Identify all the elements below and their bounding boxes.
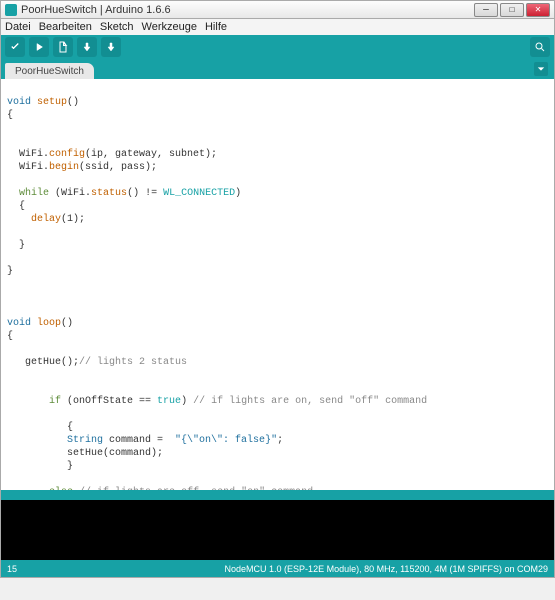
menu-help[interactable]: Hilfe (205, 21, 227, 33)
maximize-button[interactable]: □ (500, 3, 524, 17)
window-titlebar: PoorHueSwitch | Arduino 1.6.6 ─ □ ✕ (0, 0, 555, 19)
status-bar: 15 NodeMCU 1.0 (ESP-12E Module), 80 MHz,… (0, 560, 555, 578)
code-editor[interactable]: void setup() { WiFi.config(ip, gateway, … (0, 79, 555, 490)
save-button[interactable] (101, 37, 121, 57)
new-button[interactable] (53, 37, 73, 57)
toolbar (0, 35, 555, 59)
close-button[interactable]: ✕ (526, 3, 550, 17)
menu-file[interactable]: Datei (5, 21, 31, 33)
status-board-info: NodeMCU 1.0 (ESP-12E Module), 80 MHz, 11… (225, 564, 548, 574)
tab-bar: PoorHueSwitch (0, 59, 555, 79)
verify-button[interactable] (5, 37, 25, 57)
menu-edit[interactable]: Bearbeiten (39, 21, 92, 33)
menu-tools[interactable]: Werkzeuge (142, 21, 197, 33)
window-controls: ─ □ ✕ (474, 3, 550, 17)
message-area (0, 490, 555, 500)
code-token: void (7, 97, 31, 108)
app-icon (5, 4, 17, 16)
minimize-button[interactable]: ─ (474, 3, 498, 17)
window-title: PoorHueSwitch | Arduino 1.6.6 (21, 4, 474, 16)
console-output[interactable] (0, 500, 555, 560)
open-button[interactable] (77, 37, 97, 57)
status-line-number: 15 (7, 564, 225, 574)
code-token: setup (37, 97, 67, 108)
menu-sketch[interactable]: Sketch (100, 21, 134, 33)
menu-bar: Datei Bearbeiten Sketch Werkzeuge Hilfe (0, 19, 555, 35)
upload-button[interactable] (29, 37, 49, 57)
tab-main-sketch[interactable]: PoorHueSwitch (5, 63, 94, 79)
tab-menu-button[interactable] (534, 62, 548, 76)
serial-monitor-button[interactable] (530, 37, 550, 57)
